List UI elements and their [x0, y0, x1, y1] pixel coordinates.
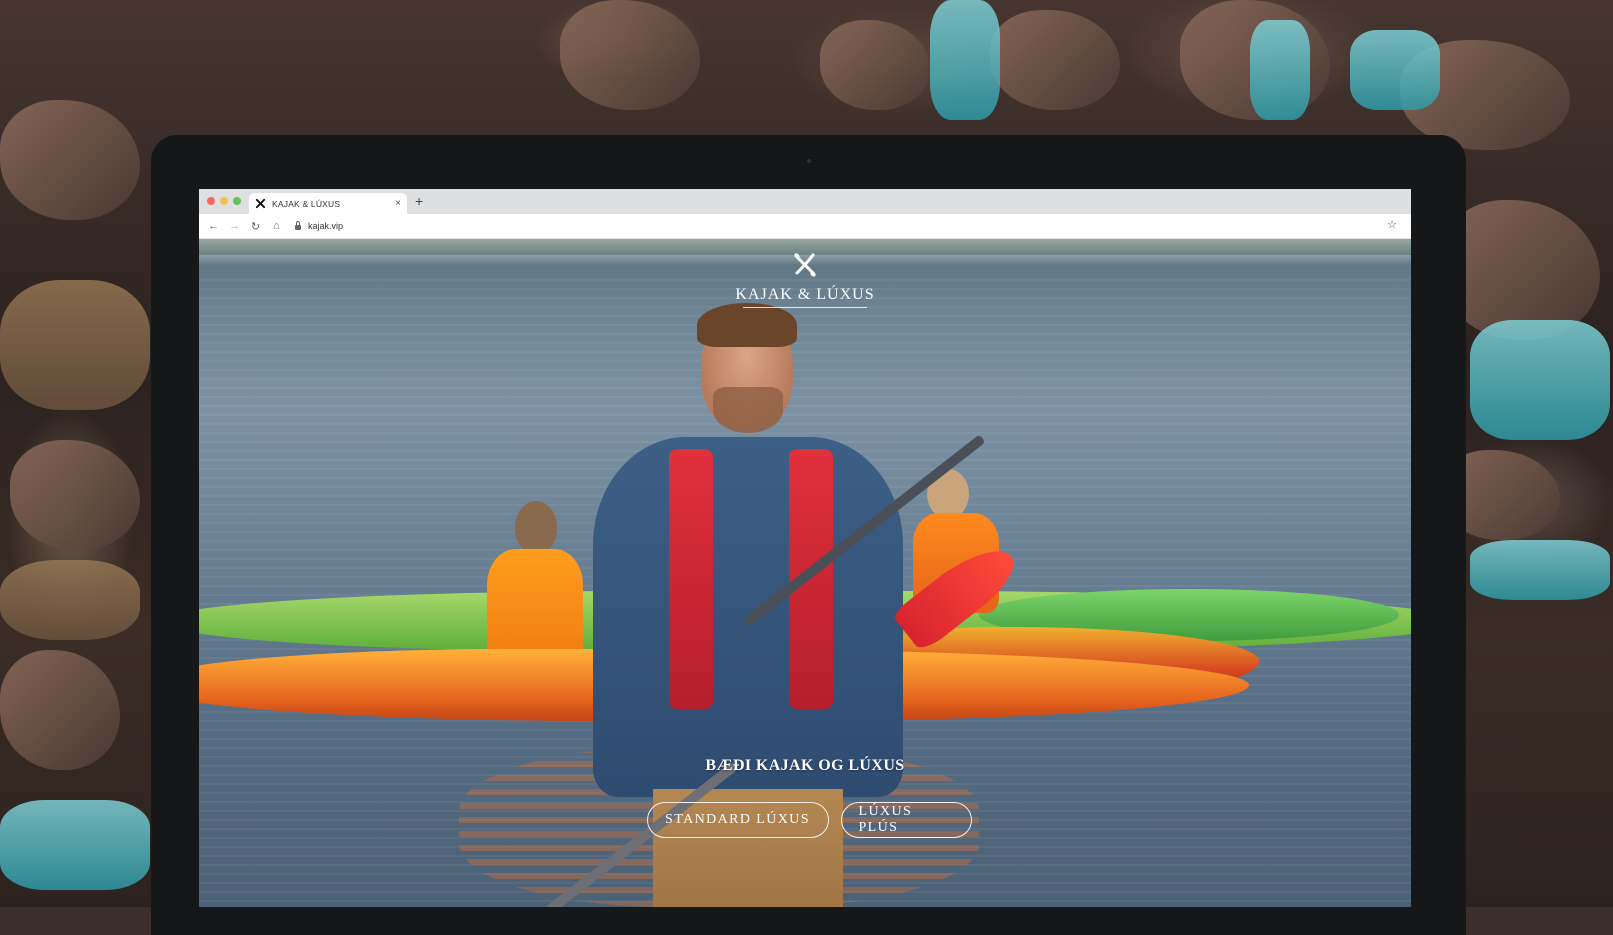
browser-toolbar: ← → ↻ ⌂ kajak.vip ☆ — [199, 214, 1411, 239]
kayak-favicon-icon — [255, 198, 266, 209]
luxus-plus-button[interactable]: LÚXUS PLÚS — [840, 802, 972, 838]
kayak-paddles-logo-icon — [794, 253, 816, 277]
active-tab[interactable]: KAJAK & LÚXUS × — [249, 193, 407, 214]
maximize-window-button[interactable] — [233, 197, 241, 205]
tab-title: KAJAK & LÚXUS — [272, 198, 341, 209]
logo-underline — [743, 307, 867, 308]
window-controls — [207, 197, 241, 205]
hero-section: KAJAK & LÚXUS BÆÐI KAJAK OG LÚXUS STANDA… — [199, 239, 1411, 907]
url-text[interactable]: kajak.vip — [308, 221, 343, 231]
close-window-button[interactable] — [207, 197, 215, 205]
site-logo[interactable]: KAJAK & LÚXUS — [199, 251, 1411, 308]
webcam-dot — [807, 159, 811, 163]
browser-window: KAJAK & LÚXUS × + ← → ↻ ⌂ kajak.vip ☆ KA… — [199, 189, 1411, 907]
tab-bar: KAJAK & LÚXUS × + — [199, 189, 1411, 214]
address-bar[interactable]: kajak.vip — [295, 220, 343, 231]
minimize-window-button[interactable] — [220, 197, 228, 205]
reload-icon[interactable]: ↻ — [245, 220, 266, 233]
hero-title: BÆÐI KAJAK OG LÚXUS — [705, 757, 905, 774]
star-icon[interactable]: ☆ — [1387, 218, 1397, 231]
cta-buttons: STANDARD LÚXUS LÚXUS PLÚS — [199, 802, 1411, 838]
tab-close-icon[interactable]: × — [395, 198, 401, 209]
standard-luxus-button[interactable]: STANDARD LÚXUS — [646, 802, 829, 838]
home-icon[interactable]: ⌂ — [266, 220, 287, 232]
logo-text: KAJAK & LÚXUS — [735, 286, 875, 303]
lock-icon — [295, 220, 301, 230]
back-arrow-icon[interactable]: ← — [203, 220, 224, 232]
new-tab-button[interactable]: + — [415, 193, 423, 209]
forward-arrow-icon[interactable]: → — [224, 220, 245, 232]
